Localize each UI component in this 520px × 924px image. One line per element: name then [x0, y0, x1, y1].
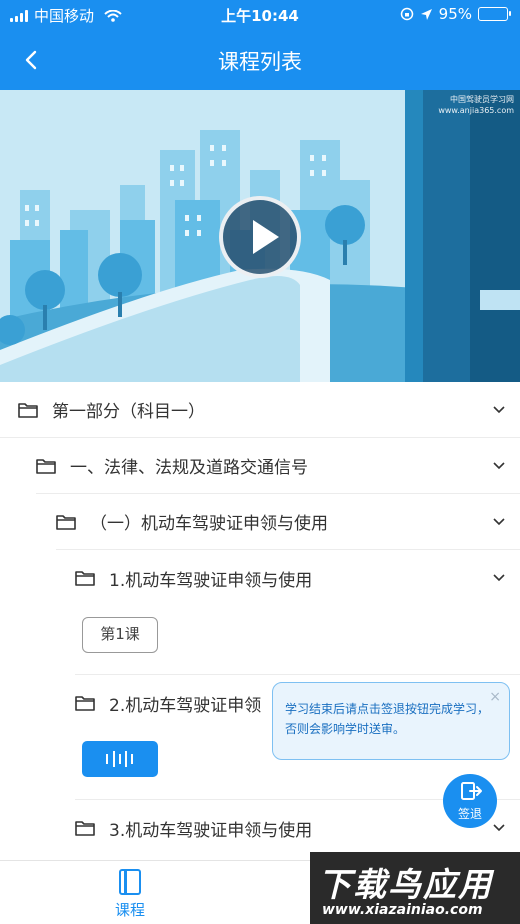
course-book-icon — [119, 869, 141, 895]
chevron-down-icon[interactable] — [492, 570, 506, 584]
status-bar: 中国移动 上午10:44 95% — [0, 0, 520, 30]
audio-wave-icon — [106, 751, 133, 767]
status-right: 95% — [400, 5, 511, 23]
lesson-1-button[interactable]: 第1课 — [82, 617, 158, 653]
location-icon — [420, 8, 432, 20]
tree-item-2-label: 2.机动车驾驶证申领 — [109, 695, 262, 716]
chevron-down-icon[interactable] — [492, 820, 506, 834]
battery-percent: 95% — [438, 5, 472, 23]
play-button[interactable] — [219, 196, 301, 278]
tooltip-text-line2: 否则会影响学时送审。 — [285, 722, 406, 736]
corner-watermark: 下载鸟应用 www.xiazainiao.com — [310, 852, 520, 924]
watermark-line1: 下载鸟应用 — [318, 865, 493, 904]
signout-button[interactable]: 签退 — [443, 774, 497, 828]
folder-icon — [75, 821, 95, 836]
tree-item-1-label: 1.机动车驾驶证申领与使用 — [109, 570, 313, 591]
folder-icon — [75, 696, 95, 711]
tooltip-text-line1: 学习结束后请点击签退按钮完成学习， — [285, 702, 490, 716]
battery-icon — [478, 7, 511, 21]
tree-section-row[interactable]: （一）机动车驾驶证申领与使用 — [56, 494, 520, 550]
chevron-down-icon[interactable] — [492, 514, 506, 528]
tab-course[interactable]: 课程 — [108, 869, 152, 920]
folder-icon — [36, 458, 56, 474]
folder-icon — [18, 402, 38, 418]
audio-lesson-button[interactable] — [82, 741, 158, 777]
banner-watermark-line2: www.anjia365.com — [438, 106, 514, 115]
banner-watermark: 中国驾驶员学习网 www.anjia365.com — [438, 94, 514, 116]
folder-icon — [56, 514, 76, 530]
tab-course-label: 课程 — [114, 901, 145, 919]
signout-tooltip: × 学习结束后请点击签退按钮完成学习， 否则会影响学时送审。 — [272, 682, 510, 760]
tree-item-1-row[interactable]: 1.机动车驾驶证申领与使用 — [75, 550, 520, 606]
tree-part-row[interactable]: 第一部分（科目一） — [0, 382, 520, 438]
tree-section-label: （一）机动车驾驶证申领与使用 — [90, 514, 328, 534]
tree-chapter-label: 一、法律、法规及道路交通信号 — [70, 458, 308, 478]
banner-watermark-line1: 中国驾驶员学习网 — [450, 95, 514, 104]
tree-item-3-label: 3.机动车驾驶证申领与使用 — [109, 820, 313, 841]
orientation-lock-icon — [400, 7, 413, 21]
tree-chapter-row[interactable]: 一、法律、法规及道路交通信号 — [36, 438, 520, 494]
signout-label: 签退 — [457, 807, 482, 821]
watermark-line2: www.xiazainiao.com — [322, 902, 483, 918]
chevron-down-icon[interactable] — [492, 402, 506, 416]
nav-bar: 课程列表 — [0, 30, 520, 90]
tree-part-label: 第一部分（科目一） — [52, 402, 205, 422]
page-title: 课程列表 — [218, 50, 302, 74]
tooltip-close-button[interactable]: × — [489, 687, 501, 707]
folder-icon — [75, 571, 95, 586]
exit-icon — [461, 782, 482, 800]
chevron-down-icon[interactable] — [492, 458, 506, 472]
